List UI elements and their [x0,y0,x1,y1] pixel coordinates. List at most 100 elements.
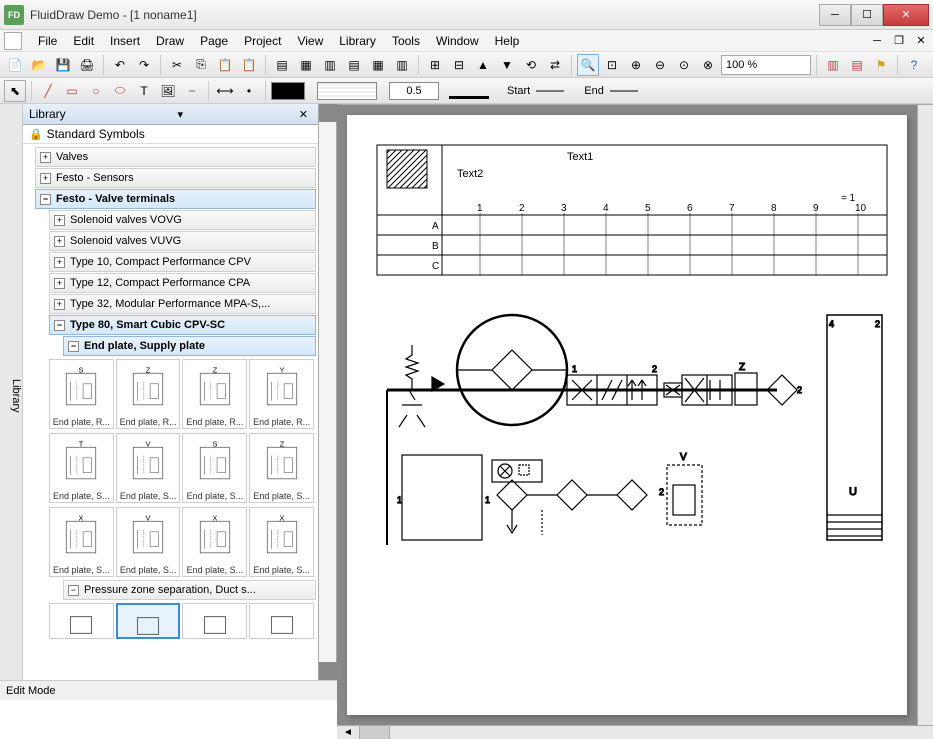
line-tool-button[interactable]: ╱ [37,80,59,102]
window-maximize-button[interactable]: ☐ [851,4,883,26]
scroll-left-button[interactable]: ◄ [337,726,360,739]
symbol-thumbnail[interactable]: VEnd plate, S... [116,433,181,503]
help-button[interactable]: ? [903,54,925,76]
align-center-button[interactable]: ▦ [295,54,317,76]
redo-button[interactable]: ↷ [133,54,155,76]
library-side-tab[interactable]: Library [0,104,23,680]
library-dropdown-button[interactable]: ▾ [173,108,187,121]
tree-node[interactable]: −Type 80, Smart Cubic CPV-SC [49,315,316,335]
mdi-restore-button[interactable]: ❐ [891,34,907,48]
mirror-button[interactable]: ⇄ [544,54,566,76]
tree-node[interactable]: +Type 10, Compact Performance CPV [49,252,316,272]
rotate-button[interactable]: ⟲ [520,54,542,76]
mdi-minimize-button[interactable]: ─ [869,34,885,48]
zoom-level-select[interactable] [721,55,811,75]
toggle-panel1-button[interactable]: ▥ [822,54,844,76]
ellipse-tool-button[interactable]: ⬭ [109,80,131,102]
symbol-thumbnail[interactable]: VEnd plate, S... [116,507,181,577]
menu-page[interactable]: Page [192,32,236,50]
open-button[interactable]: 📂 [28,54,50,76]
menu-project[interactable]: Project [236,32,289,50]
arrow-end-select[interactable] [610,83,640,99]
menu-view[interactable]: View [289,32,331,50]
align-top-button[interactable]: ▤ [343,54,365,76]
print-button[interactable]: 🖨 [76,54,98,76]
mdi-close-button[interactable]: ✕ [913,34,929,48]
tree-node[interactable]: −Pressure zone separation, Duct s... [63,580,316,600]
menu-help[interactable]: Help [487,32,528,50]
line-color-swatch[interactable] [271,82,305,100]
symbol-thumbnail[interactable]: XEnd plate, S... [182,507,247,577]
canvas-viewport[interactable]: Text1 Text2 12345678910 = 1 ABC [337,105,917,725]
window-minimize-button[interactable]: ─ [819,4,851,26]
cut-button[interactable]: ✂ [166,54,188,76]
symbol-thumbnail[interactable]: ZEnd plate, S... [249,433,314,503]
menu-insert[interactable]: Insert [102,32,148,50]
copy-button[interactable]: ⎘ [190,54,212,76]
tree-node[interactable]: −Festo - Valve terminals [35,189,316,209]
expand-icon[interactable]: + [54,236,65,247]
expand-icon[interactable]: + [40,173,51,184]
text-tool-button[interactable]: T [133,80,155,102]
point-tool-button[interactable]: • [238,80,260,102]
align-middle-button[interactable]: ▦ [367,54,389,76]
symbol-thumbnail[interactable] [116,603,181,639]
tree-node[interactable]: −End plate, Supply plate [63,336,316,356]
tree-node[interactable]: +Type 12, Compact Performance CPA [49,273,316,293]
vertical-scrollbar[interactable] [917,105,933,725]
tree-node[interactable]: +Solenoid valves VOVG [49,210,316,230]
symbol-thumbnail[interactable] [182,603,247,639]
bring-front-button[interactable]: ▲ [472,54,494,76]
menu-tools[interactable]: Tools [384,32,428,50]
align-right-button[interactable]: ▥ [319,54,341,76]
symbol-thumbnail[interactable] [249,603,314,639]
tree-node[interactable]: +Festo - Sensors [35,168,316,188]
drawing-page[interactable]: Text1 Text2 12345678910 = 1 ABC [347,115,907,715]
library-close-button[interactable]: ✕ [295,108,312,121]
symbol-thumbnail[interactable] [49,603,114,639]
window-close-button[interactable]: ✕ [883,4,929,26]
menu-window[interactable]: Window [428,32,487,50]
save-button[interactable]: 💾 [52,54,74,76]
collapse-icon[interactable]: − [68,585,79,596]
menu-file[interactable]: File [30,32,65,50]
tree-node[interactable]: +Type 32, Modular Performance MPA-S,... [49,294,316,314]
symbol-thumbnail[interactable]: ZEnd plate, R... [182,359,247,429]
paste-button[interactable]: 📋 [214,54,236,76]
expand-icon[interactable]: + [54,278,65,289]
zoom-100-button[interactable]: ⊙ [673,54,695,76]
arrow-start-select[interactable] [536,83,566,99]
horizontal-scrollbar[interactable] [390,726,933,739]
expand-icon[interactable]: + [40,152,51,163]
rect-tool-button[interactable]: ▭ [61,80,83,102]
collapse-icon[interactable]: − [54,320,65,331]
undo-button[interactable]: ↶ [109,54,131,76]
zoom-window-button[interactable]: 🔍 [577,54,599,76]
circle-tool-button[interactable]: ○ [85,80,107,102]
group-button[interactable]: ⊞ [424,54,446,76]
align-bottom-button[interactable]: ▥ [391,54,413,76]
symbol-thumbnail[interactable]: XEnd plate, S... [249,507,314,577]
image-tool-button[interactable]: 🖼 [157,80,179,102]
symbol-thumbnail[interactable]: TEnd plate, S... [49,433,114,503]
fill-pattern-swatch[interactable] [317,82,377,100]
menu-edit[interactable]: Edit [65,32,102,50]
expand-icon[interactable]: + [54,257,65,268]
toggle-panel2-button[interactable]: ▤ [846,54,868,76]
symbol-thumbnail[interactable]: SEnd plate, R... [49,359,114,429]
zoom-prev-button[interactable]: ⊗ [697,54,719,76]
check-button[interactable]: ⚑ [870,54,892,76]
zoom-out-button[interactable]: ⊖ [649,54,671,76]
zoom-fit-button[interactable]: ⊡ [601,54,623,76]
tree-node[interactable]: +Solenoid valves VUVG [49,231,316,251]
expand-icon[interactable]: + [54,299,65,310]
ungroup-button[interactable]: ⊟ [448,54,470,76]
symbol-thumbnail[interactable]: XEnd plate, S... [49,507,114,577]
paste-special-button[interactable]: 📋 [238,54,260,76]
select-tool-button[interactable]: ⬉ [4,80,26,102]
align-left-button[interactable]: ▤ [271,54,293,76]
new-button[interactable]: 📄 [4,54,26,76]
scroll-thumb[interactable] [360,726,390,739]
send-back-button[interactable]: ▼ [496,54,518,76]
zoom-in-button[interactable]: ⊕ [625,54,647,76]
